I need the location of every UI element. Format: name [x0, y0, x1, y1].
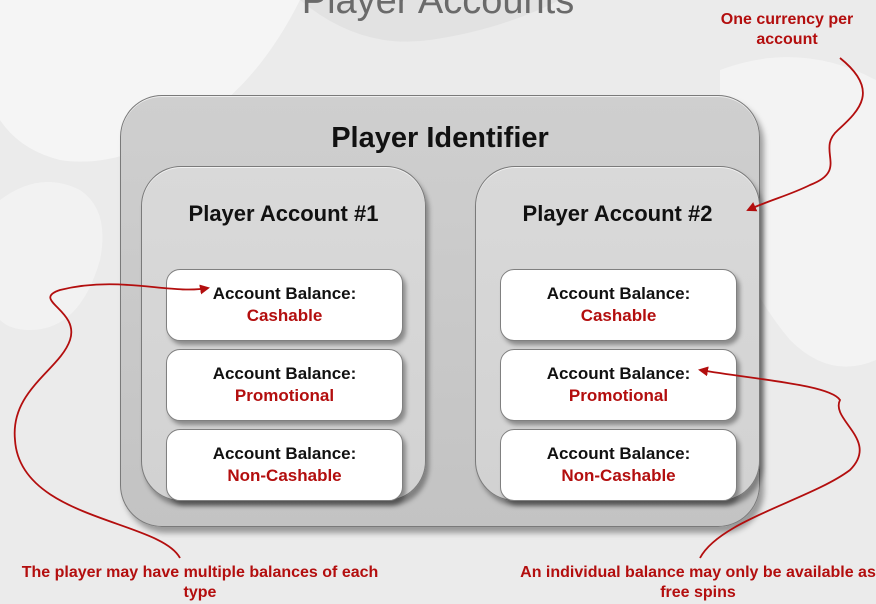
note-multiple-balances: The player may have multiple balances of… — [21, 564, 379, 601]
arrow-freespins — [698, 366, 861, 559]
arrow-currency — [746, 57, 864, 212]
note-one-currency: One currency per account — [720, 11, 854, 48]
note-free-spins: An individual balance may only be availa… — [520, 564, 876, 601]
annotation-arrows — [13, 57, 864, 559]
arrow-multiple — [13, 283, 210, 559]
